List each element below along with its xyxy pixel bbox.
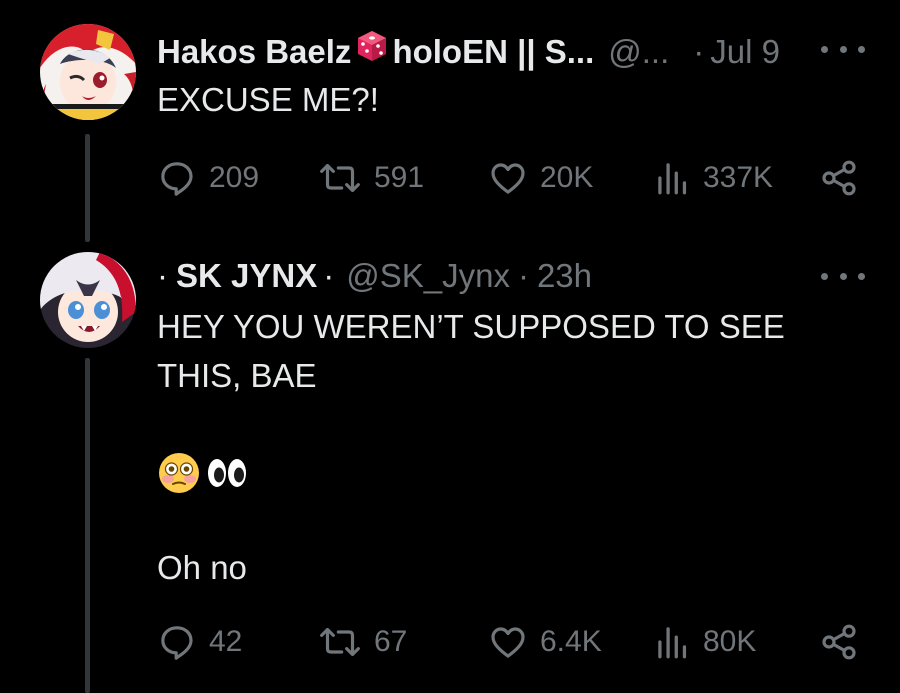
eyes-icon xyxy=(208,459,246,487)
heart-icon xyxy=(491,163,525,194)
views-button[interactable]: 80K xyxy=(655,622,756,662)
display-name-suffix[interactable]: holoEN || S... xyxy=(392,32,594,72)
repost-button[interactable]: 591 xyxy=(318,158,424,198)
timestamp[interactable]: Jul 9 xyxy=(710,32,780,72)
thread-connector-line-lower xyxy=(85,358,90,693)
repost-count: 67 xyxy=(374,625,408,658)
analytics-icon xyxy=(658,627,687,659)
separator-dot-2: · xyxy=(517,257,529,294)
flushed-face-icon xyxy=(159,453,199,493)
views-count: 337K xyxy=(703,161,774,194)
like-button[interactable]: 6.4K xyxy=(488,622,602,662)
separator-dot: · xyxy=(693,33,705,70)
reply-count: 42 xyxy=(209,625,243,658)
repost-icon xyxy=(320,627,360,657)
repost-button[interactable]: 67 xyxy=(318,622,407,662)
views-count: 80K xyxy=(703,625,757,658)
repost-count: 591 xyxy=(374,161,425,194)
repost-icon xyxy=(320,163,360,193)
more-options-icon[interactable] xyxy=(821,39,865,59)
share-icon xyxy=(822,624,856,660)
more-options-icon[interactable] xyxy=(821,266,865,286)
analytics-icon xyxy=(658,163,687,195)
reply-button[interactable]: 209 xyxy=(157,158,259,198)
like-button[interactable]: 20K xyxy=(488,158,593,198)
tweet-text: EXCUSE ME?! xyxy=(157,81,379,118)
avatar[interactable] xyxy=(40,24,136,120)
reply-icon xyxy=(161,162,193,196)
dice-emoji-icon xyxy=(358,31,387,61)
views-button[interactable]: 337K xyxy=(655,158,773,198)
share-button[interactable] xyxy=(819,622,859,662)
name-prefix-dot: · xyxy=(157,257,168,294)
reply-count: 209 xyxy=(209,161,260,194)
separator-dot: · xyxy=(323,257,335,294)
handle[interactable]: @... xyxy=(608,32,669,72)
timestamp[interactable]: 23h xyxy=(537,256,592,296)
thread-connector-line xyxy=(85,134,90,242)
share-button[interactable] xyxy=(819,158,859,198)
tweet-header: Hakos Baelz holoEN || S... @... · Jul 9 xyxy=(157,29,780,72)
share-icon xyxy=(822,160,856,196)
like-count: 6.4K xyxy=(540,625,602,658)
emoji-row xyxy=(157,451,249,495)
heart-icon xyxy=(491,627,525,658)
display-name[interactable]: SK JYNX xyxy=(176,256,317,296)
tweet-text-2: Oh no xyxy=(157,549,247,586)
handle[interactable]: @SK_Jynx xyxy=(346,256,510,296)
display-name[interactable]: Hakos Baelz xyxy=(157,32,351,72)
avatar[interactable] xyxy=(40,252,136,348)
reply-icon xyxy=(161,626,193,660)
like-count: 20K xyxy=(540,161,594,194)
tweet-header: · SK JYNX · @SK_Jynx · 23h xyxy=(157,256,592,296)
reply-button[interactable]: 42 xyxy=(157,622,242,662)
tweet-text: HEY YOU WEREN’T SUPPOSED TO SEE THIS, BA… xyxy=(157,308,785,394)
